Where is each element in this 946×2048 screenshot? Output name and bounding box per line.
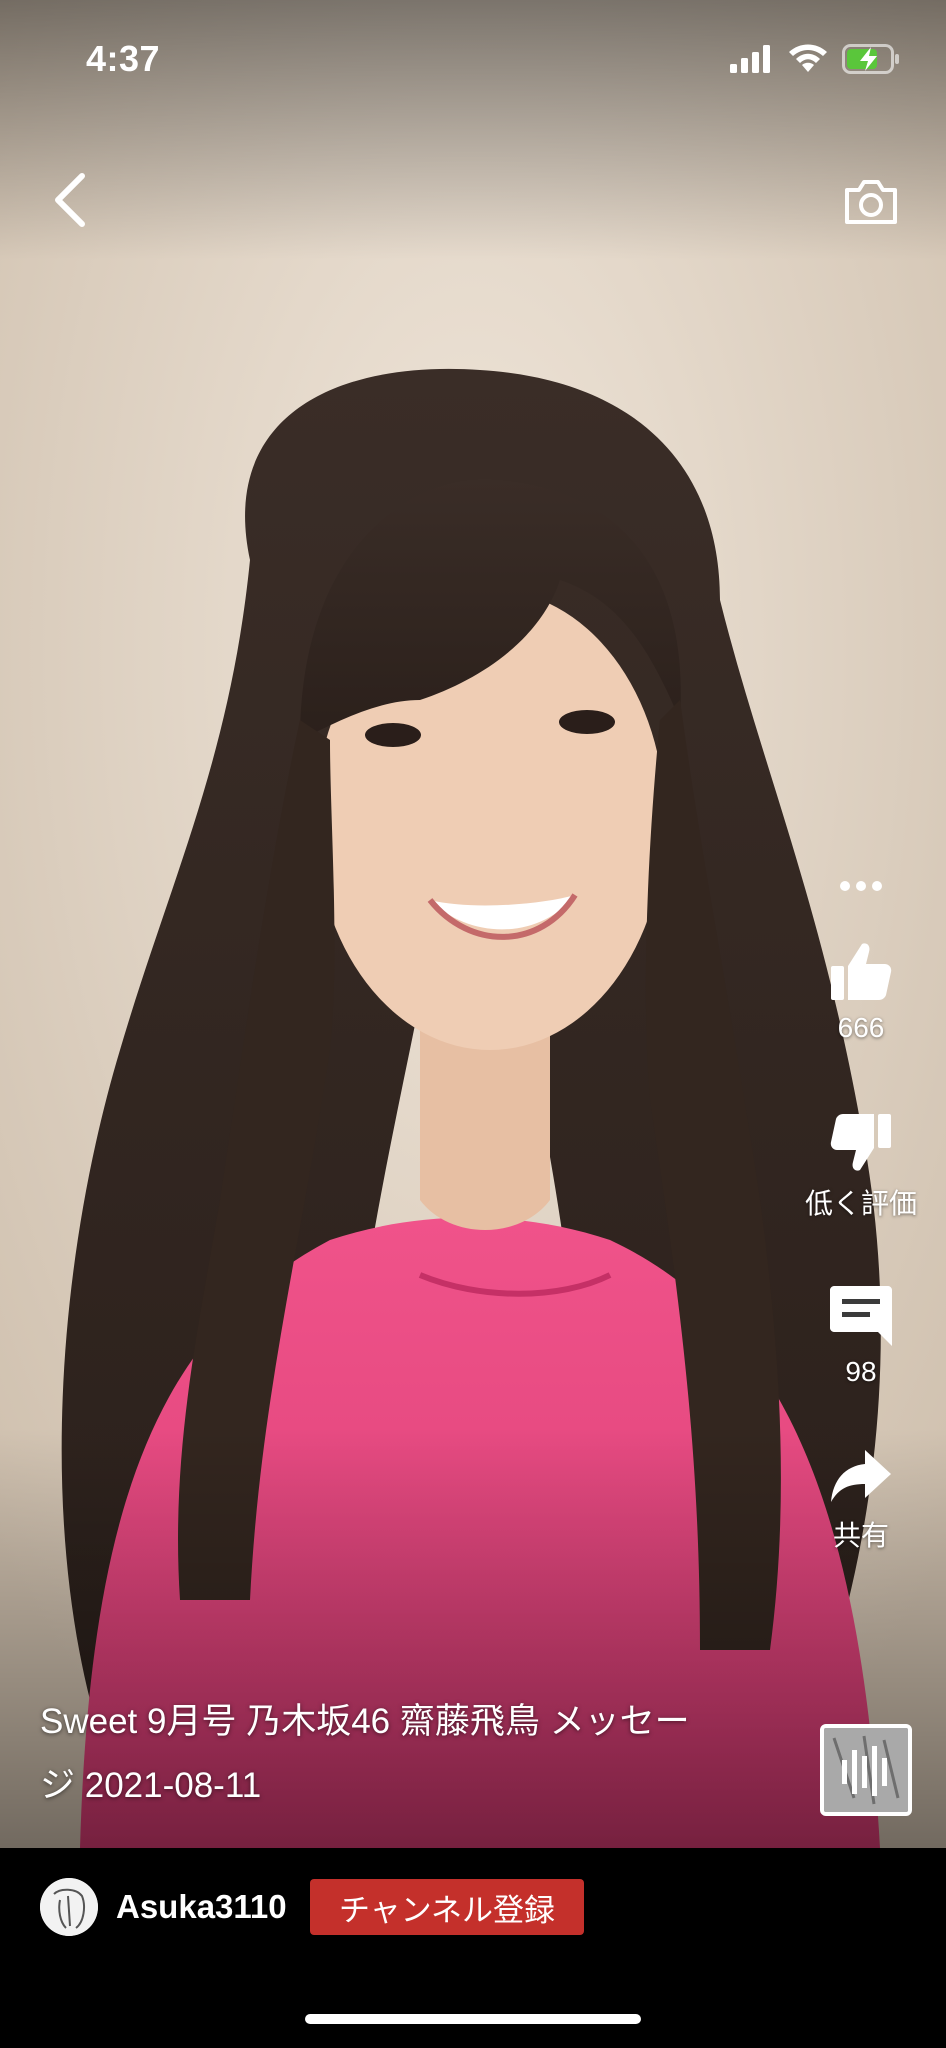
like-button[interactable]: 666: [829, 940, 893, 1044]
camera-button[interactable]: [836, 170, 906, 234]
more-horizontal-icon: [840, 881, 882, 891]
share-label: 共有: [832, 1520, 889, 1551]
camera-icon: [845, 180, 897, 224]
shorts-player-screen: 4:37 666 低く評価 98 共有 Sweet 9月号 乃木坂46 齋藤飛鳥…: [0, 0, 946, 2048]
battery-charging-icon: [842, 44, 899, 74]
wifi-icon: [789, 44, 827, 72]
status-icons: [730, 44, 900, 74]
comment-icon: [830, 1286, 892, 1346]
sound-thumbnail[interactable]: [820, 1724, 912, 1816]
comment-count: 98: [845, 1356, 877, 1387]
audio-waveform-icon: [824, 1728, 908, 1812]
status-time: 4:37: [86, 38, 161, 79]
avatar-image: [40, 1878, 98, 1936]
dislike-button[interactable]: 低く評価: [805, 1110, 917, 1222]
video-title-line-2: ジ 2021-08-11: [40, 1766, 262, 1805]
dislike-label: 低く評価: [804, 1188, 917, 1219]
like-count: 666: [837, 1012, 885, 1043]
thumbs-down-icon: [830, 1114, 891, 1171]
subscribe-button[interactable]: チャンネル登録: [310, 1879, 584, 1935]
back-button[interactable]: [40, 165, 100, 235]
share-icon: [831, 1450, 891, 1502]
home-indicator[interactable]: [305, 2014, 641, 2024]
share-button[interactable]: 共有: [829, 1446, 893, 1554]
channel-avatar[interactable]: [40, 1878, 98, 1936]
comments-button[interactable]: 98: [828, 1282, 894, 1388]
more-button[interactable]: [839, 860, 883, 912]
channel-name[interactable]: Asuka3110: [116, 1888, 287, 1926]
action-rail: 666 低く評価 98 共有: [796, 860, 926, 1554]
thumbs-up-icon: [831, 943, 892, 1000]
cellular-signal-icon: [730, 45, 770, 73]
video-title[interactable]: Sweet 9月号 乃木坂46 齋藤飛鳥 メッセー ジ 2021-08-11: [40, 1690, 780, 1818]
video-title-line-1: Sweet 9月号 乃木坂46 齋藤飛鳥 メッセー: [40, 1702, 690, 1741]
chevron-left-icon: [55, 173, 85, 227]
status-bar: 4:37: [0, 0, 946, 120]
